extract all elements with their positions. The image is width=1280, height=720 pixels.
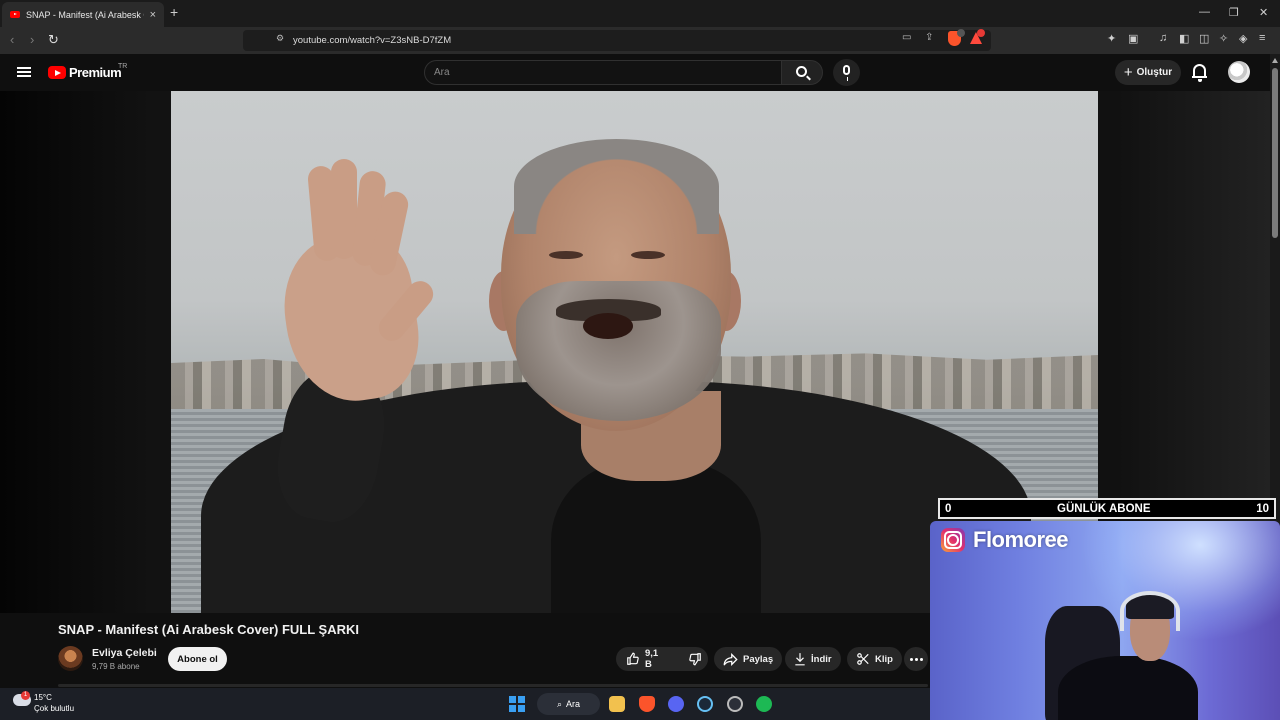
restore-button[interactable]: ❐: [1229, 6, 1239, 19]
channel-name[interactable]: Evliya Çelebi: [92, 647, 157, 659]
voice-search-button[interactable]: [833, 59, 860, 86]
hamburger-menu-icon[interactable]: [17, 67, 31, 77]
goal-max: 10: [1256, 502, 1269, 515]
browser-menu-icon[interactable]: ≡: [1259, 32, 1265, 44]
brave-shields-badge: [957, 29, 965, 37]
browser-tab[interactable]: SNAP - Manifest (Ai Arabesk Co ×: [2, 2, 164, 27]
scroll-up-icon[interactable]: [1272, 58, 1278, 63]
webcam-headset: [1120, 591, 1180, 631]
weather-badge: 1: [21, 691, 30, 700]
download-icon: [795, 653, 805, 666]
windows-taskbar: 1 15°C Çok bulutlu ⌕ Ara: [0, 688, 930, 720]
video-frame-mouth: [583, 313, 633, 339]
more-dot-icon: [909, 657, 913, 661]
description-box-edge: [58, 684, 928, 687]
wallet-icon[interactable]: ▣: [1128, 32, 1138, 45]
youtube-premium-logo[interactable]: Premium: [69, 65, 122, 80]
more-dot-icon: [919, 657, 923, 661]
file-explorer-icon[interactable]: [609, 696, 625, 712]
cast-icon[interactable]: ▭: [902, 32, 911, 43]
site-settings-icon[interactable]: ⚙︎: [276, 33, 284, 44]
clip-label: Klip: [875, 653, 893, 665]
scrollbar-thumb[interactable]: [1272, 68, 1278, 238]
instagram-handle: Flomoree: [973, 527, 1069, 552]
taskbar-search-label: Ara: [566, 699, 581, 709]
media-icon[interactable]: ♫: [1159, 32, 1167, 44]
video-title: SNAP - Manifest (Ai Arabesk Cover) FULL …: [58, 622, 359, 637]
reload-icon[interactable]: ↻: [48, 32, 59, 48]
video-frame-eye-right: [631, 251, 665, 259]
leo-ai-icon[interactable]: ✧: [1219, 32, 1228, 45]
forward-icon[interactable]: ›: [30, 32, 34, 47]
webcam-person-body: [1058, 656, 1198, 720]
search-input[interactable]: Ara: [424, 60, 782, 85]
more-dot-icon: [914, 657, 918, 661]
more-actions-button[interactable]: [904, 647, 928, 671]
clip-button[interactable]: Klip: [847, 647, 902, 671]
tab-title: SNAP - Manifest (Ai Arabesk Co: [26, 9, 144, 20]
account-avatar[interactable]: [1228, 61, 1250, 83]
goal-label: GÜNLÜK ABONE: [1057, 502, 1151, 515]
tab-close-icon[interactable]: ×: [150, 9, 156, 21]
taskbar-search[interactable]: ⌕ Ara: [537, 693, 600, 715]
youtube-favicon-icon: [10, 11, 20, 18]
new-tab-button[interactable]: +: [170, 4, 178, 20]
weather-description[interactable]: Çok bulutlu: [34, 704, 74, 713]
brave-taskbar-icon[interactable]: [639, 696, 655, 712]
video-frame-eye-left: [549, 251, 583, 259]
extensions-icon[interactable]: ✦: [1107, 32, 1116, 45]
search-icon: [796, 66, 807, 77]
sidebar-icon[interactable]: ◧: [1179, 32, 1189, 45]
daily-subscriber-goal-bar: 0 GÜNLÜK ABONE 10: [938, 498, 1276, 519]
share-arrow-icon: [723, 652, 738, 666]
search-placeholder: Ara: [434, 67, 450, 78]
goal-min: 0: [945, 502, 952, 515]
microphone-icon: [843, 65, 850, 81]
country-code: TR: [118, 63, 128, 70]
instagram-icon: [941, 528, 965, 552]
share-label: Paylaş: [743, 653, 774, 665]
rewards-badge: [977, 29, 985, 37]
download-label: İndir: [811, 653, 832, 665]
download-button[interactable]: İndir: [785, 647, 841, 671]
thumbs-down-icon: [689, 653, 702, 666]
notifications-bell-icon[interactable]: [1192, 64, 1207, 82]
youtube-header: Premium TR Ara + Oluştur: [0, 54, 1270, 91]
instagram-handle-overlay: Flomoree: [941, 527, 1069, 553]
wallet-extension-icon[interactable]: ◫: [1199, 32, 1209, 45]
obs-icon[interactable]: [727, 696, 743, 712]
weather-temperature[interactable]: 15°C: [34, 693, 52, 702]
subscribe-button[interactable]: Abone ol: [168, 647, 227, 671]
windows-start-icon[interactable]: [509, 696, 525, 712]
video-frame-hair: [514, 139, 719, 234]
channel-avatar[interactable]: [58, 646, 83, 671]
like-dislike-group: 9,1 B: [616, 647, 708, 671]
like-count: 9,1 B: [645, 648, 659, 670]
video-frame-shirt: [551, 461, 761, 613]
thumbs-up-icon: [627, 652, 639, 665]
vpn-icon[interactable]: ◈: [1239, 32, 1247, 45]
dislike-button[interactable]: [678, 647, 712, 671]
discord-icon[interactable]: [668, 696, 684, 712]
subscriber-count: 9,79 B abone: [92, 662, 140, 671]
like-button[interactable]: 9,1 B: [616, 647, 668, 671]
create-button[interactable]: + Oluştur: [1115, 60, 1181, 85]
plus-icon: +: [1123, 64, 1133, 81]
taskbar-search-icon: ⌕: [556, 698, 563, 709]
close-window-button[interactable]: ✕: [1259, 6, 1268, 19]
scissors-icon: [857, 653, 869, 665]
search-button[interactable]: [781, 60, 823, 85]
url-text: youtube.com/watch?v=Z3sNB-D7fZM: [293, 35, 452, 46]
back-icon[interactable]: ‹: [10, 32, 14, 47]
share-icon[interactable]: ⇪: [925, 32, 933, 43]
minimize-button[interactable]: —: [1199, 6, 1210, 18]
address-bar[interactable]: youtube.com/watch?v=Z3sNB-D7fZM: [243, 30, 991, 51]
steam-icon[interactable]: [697, 696, 713, 712]
spotify-icon[interactable]: [756, 696, 772, 712]
youtube-logo-icon[interactable]: [48, 66, 66, 79]
browser-tab-strip: SNAP - Manifest (Ai Arabesk Co × + — ❐ ✕: [0, 0, 1280, 27]
browser-toolbar: ‹ › ↻ 🔖︎ youtube.com/watch?v=Z3sNB-D7fZM…: [0, 27, 1280, 54]
share-button[interactable]: Paylaş: [714, 647, 783, 671]
create-label: Oluştur: [1136, 67, 1173, 78]
